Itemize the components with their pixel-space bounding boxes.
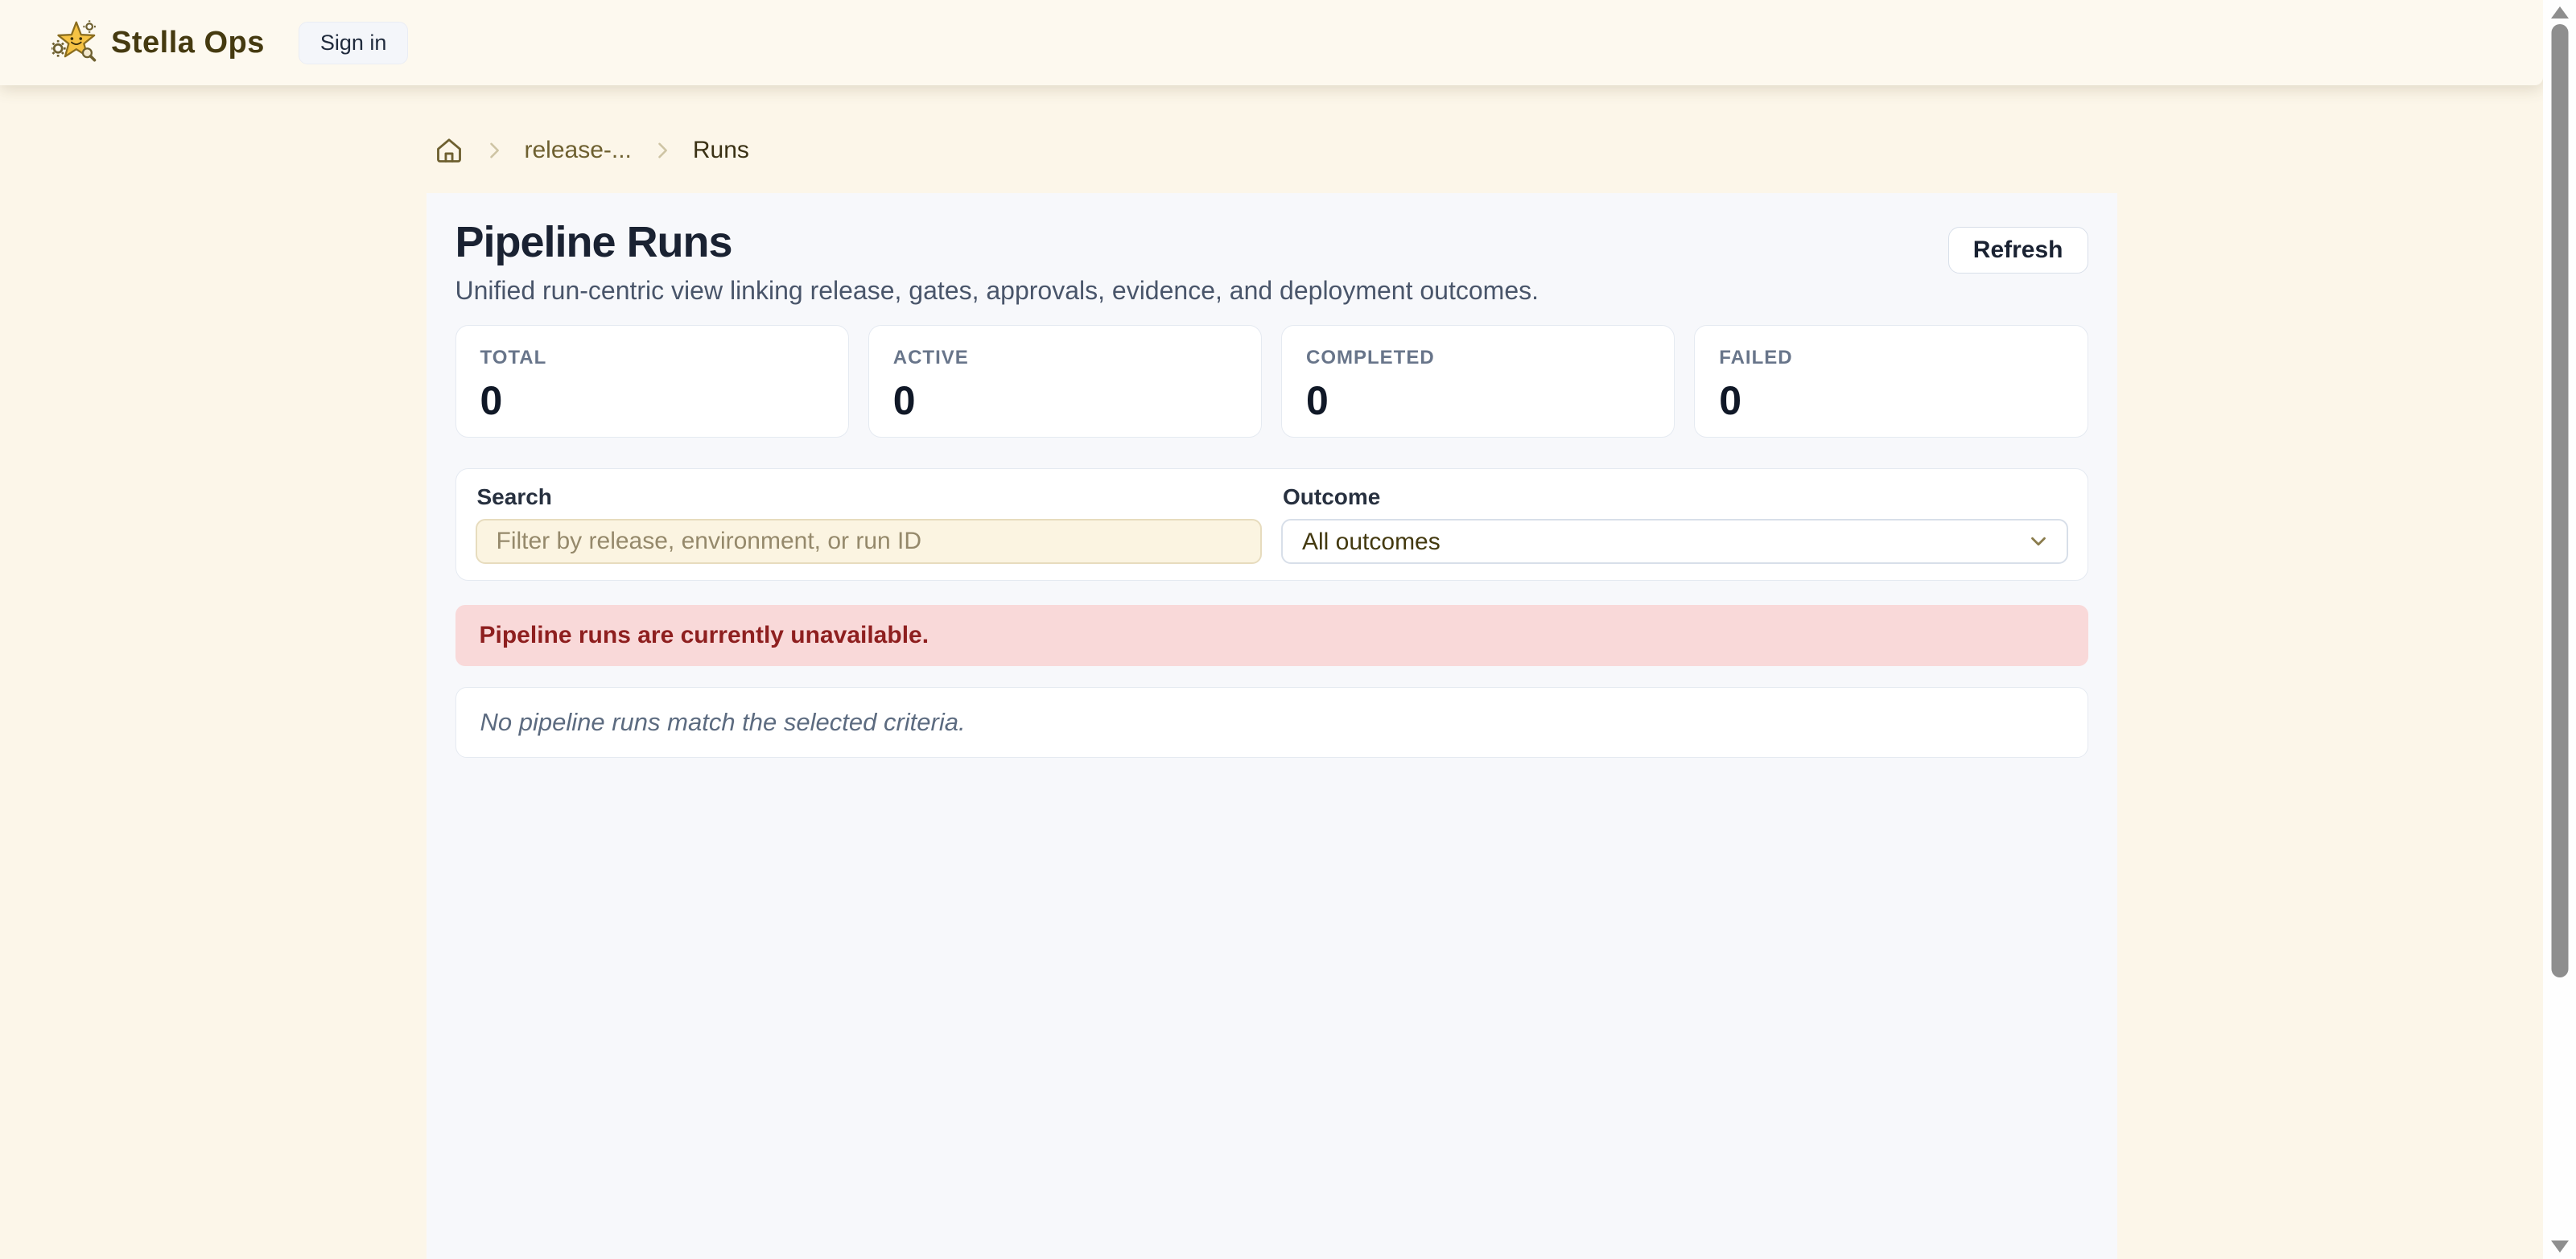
- chevron-right-icon: [483, 139, 505, 162]
- stat-label: FAILED: [1719, 347, 2063, 369]
- scrollbar[interactable]: [2543, 0, 2576, 1259]
- stat-value: 0: [1306, 377, 1650, 424]
- page-subtitle: Unified run-centric view linking release…: [455, 275, 1539, 306]
- panel-header: Pipeline Runs Unified run-centric view l…: [455, 220, 2088, 306]
- refresh-button[interactable]: Refresh: [1948, 227, 2088, 274]
- stat-label: ACTIVE: [893, 347, 1237, 369]
- page-title: Pipeline Runs: [455, 220, 1539, 264]
- outcome-label: Outcome: [1283, 485, 2068, 509]
- error-banner: Pipeline runs are currently unavailable.: [455, 605, 2088, 666]
- search-field: Search: [476, 485, 1263, 564]
- scroll-up-arrow-icon[interactable]: [2551, 6, 2569, 19]
- breadcrumb-current: Runs: [693, 137, 749, 164]
- chevron-right-icon: [651, 139, 674, 162]
- breadcrumb: release-... Runs: [435, 134, 2117, 167]
- empty-state: No pipeline runs match the selected crit…: [455, 687, 2088, 758]
- brand: Stella Ops: [52, 19, 265, 66]
- pipeline-runs-panel: Pipeline Runs Unified run-centric view l…: [427, 193, 2117, 1259]
- stats-row: TOTAL 0 ACTIVE 0 COMPLETED 0 FAILED 0: [455, 325, 2088, 438]
- stat-value: 0: [480, 377, 824, 424]
- stat-value: 0: [1719, 377, 2063, 424]
- stat-card-completed: COMPLETED 0: [1281, 325, 1675, 438]
- breadcrumb-release-link[interactable]: release-...: [525, 137, 632, 164]
- brand-name: Stella Ops: [111, 26, 265, 60]
- stat-label: COMPLETED: [1306, 347, 1650, 369]
- search-input[interactable]: [476, 519, 1263, 564]
- panel-header-text: Pipeline Runs Unified run-centric view l…: [455, 220, 1539, 306]
- scrollbar-thumb[interactable]: [2551, 24, 2568, 977]
- main-area: release-... Runs Pipeline Runs Unified r…: [0, 85, 2543, 1259]
- app-header: Stella Ops Sign in: [0, 0, 2543, 85]
- stat-value: 0: [893, 377, 1237, 424]
- filters-card: Search Outcome All outcomes: [455, 468, 2088, 581]
- stat-card-failed: FAILED 0: [1694, 325, 2088, 438]
- outcome-select[interactable]: All outcomes: [1281, 519, 2068, 564]
- home-icon: [435, 136, 464, 165]
- stat-card-active: ACTIVE 0: [868, 325, 1262, 438]
- stat-label: TOTAL: [480, 347, 824, 369]
- stella-ops-logo-icon: [52, 19, 98, 66]
- sign-in-button[interactable]: Sign in: [299, 22, 409, 64]
- outcome-field: Outcome All outcomes: [1281, 485, 2068, 564]
- search-label: Search: [477, 485, 1263, 509]
- outcome-select-wrapper: All outcomes: [1281, 519, 2068, 564]
- content-container: release-... Runs Pipeline Runs Unified r…: [427, 85, 2117, 1259]
- scroll-down-arrow-icon[interactable]: [2551, 1240, 2569, 1253]
- stat-card-total: TOTAL 0: [455, 325, 849, 438]
- breadcrumb-home-link[interactable]: [435, 136, 464, 165]
